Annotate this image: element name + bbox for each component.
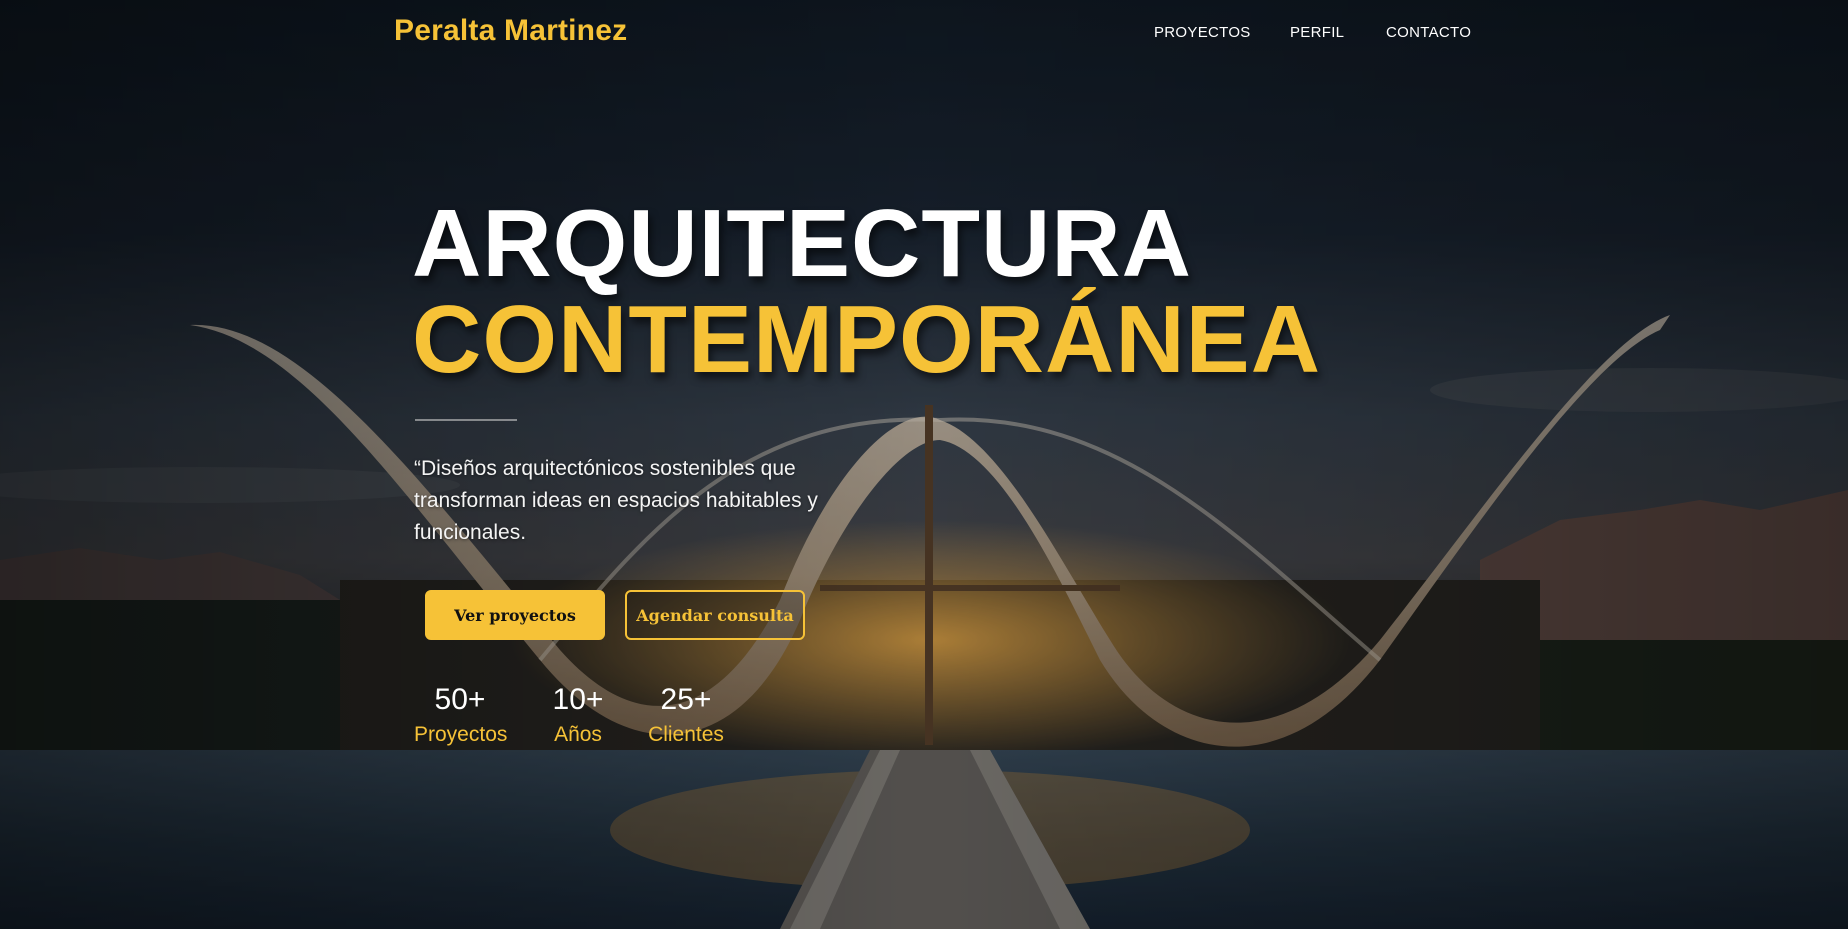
nav-link-proyectos[interactable]: PROYECTOS [1154,24,1251,41]
hero-title: ARQUITECTURA CONTEMPORÁNEA [412,196,1321,388]
nav-link-perfil[interactable]: PERFIL [1290,24,1344,41]
hero-section: ARQUITECTURA CONTEMPORÁNEA “Diseños arqu… [0,0,1848,929]
hero-title-line1: ARQUITECTURA [412,190,1192,297]
hero-quote: “Diseños arquitectónicos sostenibles que… [414,457,818,544]
hero-divider [415,419,517,421]
stat-value: 25+ [660,683,712,716]
brand-logo-link[interactable]: Peralta Martinez [394,14,627,48]
stat-label: Clientes [648,723,724,746]
stat-years: 10+ Años [548,680,608,750]
stat-value: 50+ [434,683,486,716]
hero-title-line2: CONTEMPORÁNEA [412,286,1322,393]
nav-link-contacto[interactable]: CONTACTO [1386,24,1471,41]
stat-projects: 50+ Proyectos [414,680,508,750]
stat-label: Años [554,723,602,746]
schedule-consultation-button[interactable]: Agendar consulta [625,590,805,640]
top-navbar: Peralta Martinez PROYECTOS PERFIL CONTAC… [0,0,1848,66]
stat-label: Proyectos [414,723,508,746]
view-projects-button[interactable]: Ver proyectos [425,590,605,640]
stat-value: 10+ [552,683,604,716]
stat-clients: 25+ Clientes [648,680,724,750]
